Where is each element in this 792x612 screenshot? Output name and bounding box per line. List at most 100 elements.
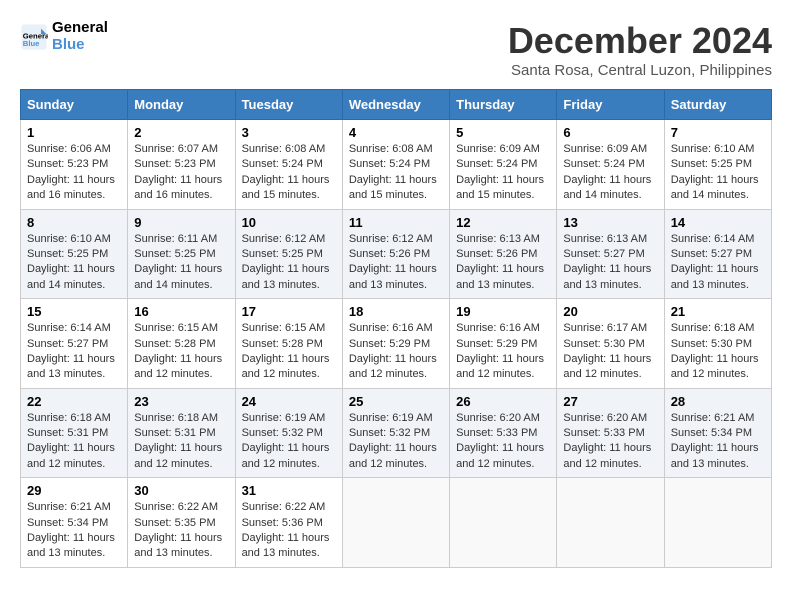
logo: General Blue General Blue bbox=[20, 20, 108, 53]
day-number: 14 bbox=[671, 215, 765, 230]
sunrise-label: Sunrise: 6:22 AM bbox=[242, 501, 326, 513]
month-title: December 2024 bbox=[508, 20, 772, 62]
day-info: Sunrise: 6:14 AMSunset: 5:27 PMDaylight:… bbox=[27, 321, 121, 383]
logo-icon: General Blue bbox=[20, 23, 48, 51]
daylight-label: Daylight: 11 hours and 15 minutes. bbox=[349, 174, 437, 201]
day-info: Sunrise: 6:20 AMSunset: 5:33 PMDaylight:… bbox=[456, 411, 550, 473]
calendar-cell: 4Sunrise: 6:08 AMSunset: 5:24 PMDaylight… bbox=[342, 120, 449, 210]
day-info: Sunrise: 6:13 AMSunset: 5:27 PMDaylight:… bbox=[563, 232, 657, 294]
daylight-label: Daylight: 11 hours and 13 minutes. bbox=[349, 263, 437, 290]
sunset-label: Sunset: 5:25 PM bbox=[671, 158, 752, 170]
day-info: Sunrise: 6:09 AMSunset: 5:24 PMDaylight:… bbox=[456, 142, 550, 204]
day-info: Sunrise: 6:10 AMSunset: 5:25 PMDaylight:… bbox=[671, 142, 765, 204]
sunrise-label: Sunrise: 6:15 AM bbox=[134, 322, 218, 334]
daylight-label: Daylight: 11 hours and 13 minutes. bbox=[27, 353, 115, 380]
sunrise-label: Sunrise: 6:12 AM bbox=[242, 233, 326, 245]
calendar-cell: 27Sunrise: 6:20 AMSunset: 5:33 PMDayligh… bbox=[557, 388, 664, 478]
day-number: 6 bbox=[563, 125, 657, 140]
day-number: 11 bbox=[349, 215, 443, 230]
day-info: Sunrise: 6:18 AMSunset: 5:31 PMDaylight:… bbox=[134, 411, 228, 473]
calendar-cell: 1Sunrise: 6:06 AMSunset: 5:23 PMDaylight… bbox=[21, 120, 128, 210]
sunrise-label: Sunrise: 6:21 AM bbox=[27, 501, 111, 513]
location-subtitle: Santa Rosa, Central Luzon, Philippines bbox=[508, 62, 772, 79]
calendar-week-5: 29 Sunrise: 6:21 AM Sunset: 5:34 PM Dayligh… bbox=[21, 478, 772, 568]
calendar-header-monday: Monday bbox=[128, 90, 235, 120]
day-info: Sunrise: 6:19 AMSunset: 5:32 PMDaylight:… bbox=[242, 411, 336, 473]
daylight-label: Daylight: 11 hours and 13 minutes. bbox=[242, 263, 330, 290]
calendar-header-saturday: Saturday bbox=[664, 90, 771, 120]
calendar-cell: 29 Sunrise: 6:21 AM Sunset: 5:34 PM Dayligh… bbox=[21, 478, 128, 568]
calendar-header-sunday: Sunday bbox=[21, 90, 128, 120]
day-info: Sunrise: 6:18 AMSunset: 5:31 PMDaylight:… bbox=[27, 411, 121, 473]
sunrise-label: Sunrise: 6:08 AM bbox=[242, 143, 326, 155]
sunset-label: Sunset: 5:30 PM bbox=[671, 338, 752, 350]
day-number: 26 bbox=[456, 394, 550, 409]
day-number: 31 bbox=[242, 483, 336, 498]
calendar-cell bbox=[664, 478, 771, 568]
daylight-label: Daylight: 11 hours and 13 minutes. bbox=[27, 532, 115, 559]
calendar-cell: 16 Sunrise: 6:15 AMSunset: 5:28 PMDayligh… bbox=[128, 299, 235, 389]
calendar-cell: 10Sunrise: 6:12 AMSunset: 5:25 PMDayligh… bbox=[235, 209, 342, 299]
daylight-label: Daylight: 11 hours and 14 minutes. bbox=[134, 263, 222, 290]
sunrise-label: Sunrise: 6:15 AM bbox=[242, 322, 326, 334]
day-info: Sunrise: 6:15 AM Sunset: 5:28 PM Daylight:… bbox=[242, 321, 336, 383]
calendar-week-2: 8Sunrise: 6:10 AMSunset: 5:25 PMDaylight… bbox=[21, 209, 772, 299]
sunrise-label: Sunrise: 6:18 AM bbox=[134, 412, 218, 424]
sunset-label: Sunset: 5:25 PM bbox=[134, 248, 215, 260]
calendar-cell: 26 Sunrise: 6:20 AMSunset: 5:33 PMDayligh… bbox=[450, 388, 557, 478]
calendar-cell: 31 Sunrise: 6:22 AMSunset: 5:36 PMDayligh… bbox=[235, 478, 342, 568]
calendar-week-1: 1Sunrise: 6:06 AMSunset: 5:23 PMDaylight… bbox=[21, 120, 772, 210]
page-header: General Blue General Blue December 2024 … bbox=[20, 20, 772, 79]
daylight-label: Daylight: 11 hours and 12 minutes. bbox=[671, 353, 759, 380]
daylight-label: Daylight: 11 hours and 12 minutes. bbox=[456, 442, 544, 469]
daylight-label: Daylight: 11 hours and 15 minutes. bbox=[456, 174, 544, 201]
calendar-cell: 12Sunrise: 6:13 AMSunset: 5:26 PMDayligh… bbox=[450, 209, 557, 299]
day-info: Sunrise: 6:18 AMSunset: 5:30 PMDaylight:… bbox=[671, 321, 765, 383]
calendar-cell bbox=[557, 478, 664, 568]
sunrise-label: Sunrise: 6:09 AM bbox=[456, 143, 540, 155]
day-number: 2 bbox=[134, 125, 228, 140]
calendar-cell: 5Sunrise: 6:09 AMSunset: 5:24 PMDaylight… bbox=[450, 120, 557, 210]
day-number: 8 bbox=[27, 215, 121, 230]
daylight-label: Daylight: 11 hours and 12 minutes. bbox=[242, 442, 330, 469]
sunrise-label: Sunrise: 6:22 AM bbox=[134, 501, 218, 513]
calendar-cell: 21Sunrise: 6:18 AMSunset: 5:30 PMDayligh… bbox=[664, 299, 771, 389]
sunset-label: Sunset: 5:31 PM bbox=[134, 427, 215, 439]
sunrise-label: Sunrise: 6:20 AM bbox=[456, 412, 540, 424]
daylight-label: Daylight: 11 hours and 13 minutes. bbox=[134, 532, 222, 559]
daylight-label: Daylight: 11 hours and 12 minutes. bbox=[242, 353, 330, 380]
calendar-cell bbox=[342, 478, 449, 568]
sunrise-label: Sunrise: 6:13 AM bbox=[456, 233, 540, 245]
sunset-label: Sunset: 5:28 PM bbox=[242, 338, 323, 350]
calendar-cell: 14 Sunrise: 6:14 AMSunset: 5:27 PMDayligh… bbox=[664, 209, 771, 299]
svg-text:Blue: Blue bbox=[23, 39, 40, 48]
day-number: 29 bbox=[27, 483, 121, 498]
calendar-cell: 24 Sunrise: 6:19 AMSunset: 5:32 PMDayligh… bbox=[235, 388, 342, 478]
day-number: 23 bbox=[134, 394, 228, 409]
logo-line1: General bbox=[52, 20, 108, 37]
sunset-label: Sunset: 5:34 PM bbox=[27, 517, 108, 529]
day-info: Sunrise: 6:15 AMSunset: 5:28 PMDaylight:… bbox=[134, 321, 228, 383]
calendar-cell bbox=[450, 478, 557, 568]
sunrise-label: Sunrise: 6:09 AM bbox=[563, 143, 647, 155]
day-number: 17 bbox=[242, 304, 336, 319]
sunrise-label: Sunrise: 6:11 AM bbox=[134, 233, 217, 245]
day-number: 16 bbox=[134, 304, 228, 319]
daylight-label: Daylight: 11 hours and 14 minutes. bbox=[671, 174, 759, 201]
day-number: 24 bbox=[242, 394, 336, 409]
day-info: Sunrise: 6:22 AMSunset: 5:36 PMDaylight:… bbox=[242, 500, 336, 562]
day-number: 19 bbox=[456, 304, 550, 319]
day-number: 7 bbox=[671, 125, 765, 140]
day-info: Sunrise: 6:14 AMSunset: 5:27 PMDaylight:… bbox=[671, 232, 765, 294]
sunset-label: Sunset: 5:27 PM bbox=[563, 248, 644, 260]
sunrise-label: Sunrise: 6:16 AM bbox=[349, 322, 433, 334]
day-info: Sunrise: 6:17 AMSunset: 5:30 PMDaylight:… bbox=[563, 321, 657, 383]
sunset-label: Sunset: 5:29 PM bbox=[456, 338, 537, 350]
day-info: Sunrise: 6:09 AMSunset: 5:24 PMDaylight:… bbox=[563, 142, 657, 204]
day-number: 1 bbox=[27, 125, 121, 140]
sunset-label: Sunset: 5:35 PM bbox=[134, 517, 215, 529]
day-number: 12 bbox=[456, 215, 550, 230]
sunset-label: Sunset: 5:27 PM bbox=[27, 338, 108, 350]
calendar-cell: 13Sunrise: 6:13 AMSunset: 5:27 PMDayligh… bbox=[557, 209, 664, 299]
day-info: Sunrise: 6:22 AM Sunset: 5:35 PM Daylight:… bbox=[134, 500, 228, 562]
